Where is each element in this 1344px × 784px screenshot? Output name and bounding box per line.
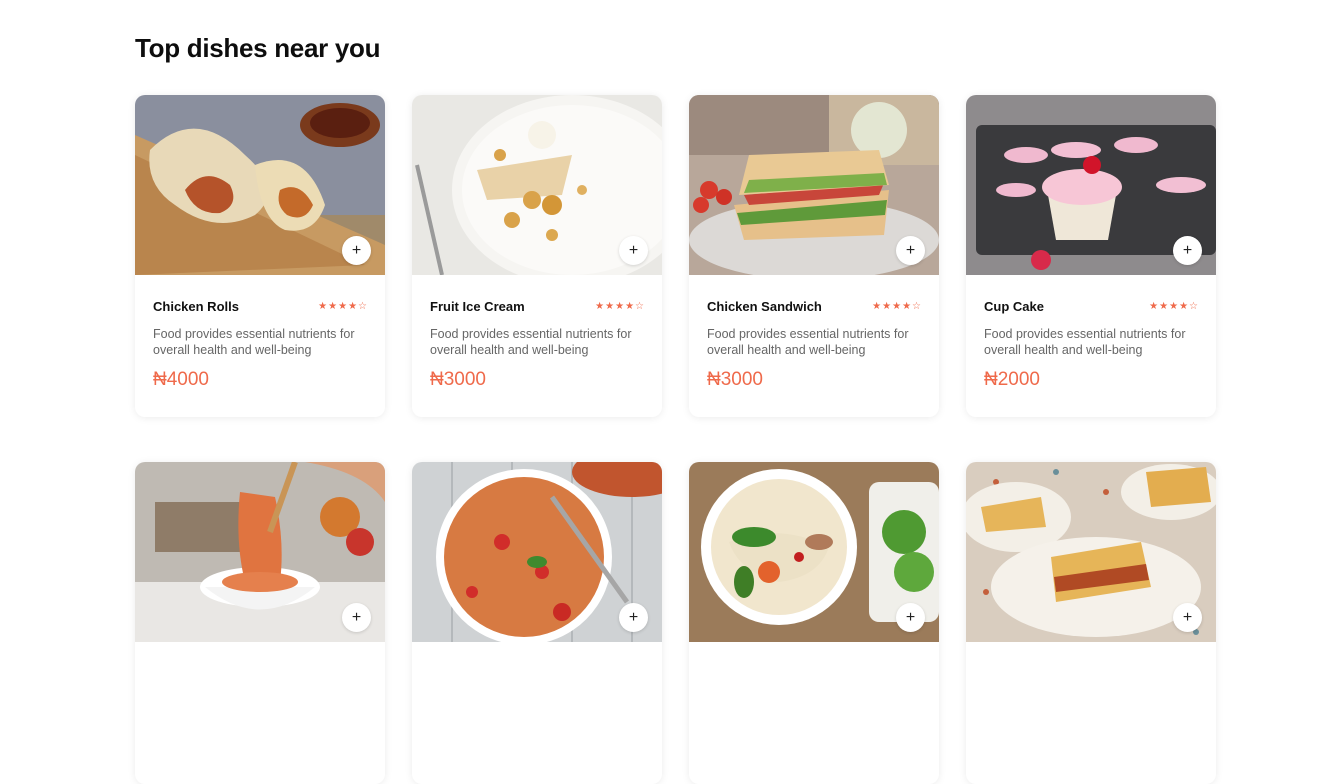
rating-stars: ★ ★ ★ ★ ☆: [595, 300, 644, 312]
plus-icon: +: [628, 608, 639, 626]
rating-stars: ★ ★ ★ ★ ☆: [1149, 300, 1198, 312]
star-empty-icon: ☆: [912, 300, 921, 312]
star-filled-icon: ★: [595, 300, 605, 312]
dish-name: Fruit Ice Cream: [430, 299, 525, 314]
star-filled-icon: ★: [1169, 300, 1179, 312]
plus-icon: +: [351, 608, 362, 626]
plus-icon: +: [905, 241, 916, 259]
plus-icon: +: [1182, 241, 1193, 259]
plus-icon: +: [351, 241, 362, 259]
dish-image-lasagna: +: [966, 462, 1216, 642]
dish-card[interactable]: +: [689, 462, 939, 784]
dish-name: Cup Cake: [984, 299, 1044, 314]
rating-stars: ★ ★ ★ ★ ☆: [318, 300, 367, 312]
dish-image-spaghetti: +: [135, 462, 385, 642]
star-empty-icon: ☆: [635, 300, 644, 312]
dish-price: ₦3000: [430, 369, 486, 390]
add-to-cart-button[interactable]: +: [619, 603, 648, 632]
star-filled-icon: ★: [605, 300, 615, 312]
star-filled-icon: ★: [338, 300, 348, 312]
star-filled-icon: ★: [1159, 300, 1169, 312]
star-empty-icon: ☆: [1189, 300, 1198, 312]
dish-card[interactable]: +: [135, 462, 385, 784]
add-to-cart-button[interactable]: +: [896, 236, 925, 265]
dish-price: ₦4000: [153, 369, 209, 390]
plus-icon: +: [628, 241, 639, 259]
dish-image-noodle-soup: +: [689, 462, 939, 642]
dish-description: Food provides essential nutrients for ov…: [430, 327, 632, 357]
plus-icon: +: [905, 608, 916, 626]
dish-image-chicken-sandwich: +: [689, 95, 939, 275]
section-title: Top dishes near you: [135, 33, 381, 63]
dish-card[interactable]: + Chicken Rolls ★ ★ ★ ★ ☆ Food provides esse…: [135, 95, 385, 417]
rating-stars: ★ ★ ★ ★ ☆: [872, 300, 921, 312]
dish-image-chicken-rolls: +: [135, 95, 385, 275]
star-filled-icon: ★: [625, 300, 635, 312]
dish-image-cup-cake: +: [966, 95, 1216, 275]
star-empty-icon: ☆: [358, 300, 367, 312]
add-to-cart-button[interactable]: +: [896, 603, 925, 632]
star-filled-icon: ★: [902, 300, 912, 312]
dishes-grid: + Chicken Rolls ★ ★ ★ ★ ☆ Food provides esse…: [135, 95, 1217, 784]
dish-name: Chicken Sandwich: [707, 299, 822, 314]
star-filled-icon: ★: [1149, 300, 1159, 312]
add-to-cart-button[interactable]: +: [342, 603, 371, 632]
dish-card[interactable]: +: [412, 462, 662, 784]
star-filled-icon: ★: [882, 300, 892, 312]
dish-card[interactable]: + Cup Cake ★ ★ ★ ★ ☆ Food provides essential…: [966, 95, 1216, 417]
star-filled-icon: ★: [615, 300, 625, 312]
dish-card[interactable]: + Fruit Ice Cream ★ ★ ★ ★ ☆ Food provides es…: [412, 95, 662, 417]
dish-price: ₦3000: [707, 369, 763, 390]
star-filled-icon: ★: [1179, 300, 1189, 312]
dish-card[interactable]: +: [966, 462, 1216, 784]
dish-card[interactable]: + Chicken Sandwich ★ ★ ★ ★ ☆ Food provides e…: [689, 95, 939, 417]
star-filled-icon: ★: [318, 300, 328, 312]
dish-description: Food provides essential nutrients for ov…: [707, 327, 909, 357]
add-to-cart-button[interactable]: +: [1173, 603, 1202, 632]
add-to-cart-button[interactable]: +: [1173, 236, 1202, 265]
star-filled-icon: ★: [328, 300, 338, 312]
dish-description: Food provides essential nutrients for ov…: [984, 327, 1186, 357]
dish-image-fruit-ice-cream: +: [412, 95, 662, 275]
dish-price: ₦2000: [984, 369, 1040, 390]
dish-image-fusilli-pasta: +: [412, 462, 662, 642]
add-to-cart-button[interactable]: +: [619, 236, 648, 265]
star-filled-icon: ★: [872, 300, 882, 312]
dish-name: Chicken Rolls: [153, 299, 239, 314]
star-filled-icon: ★: [348, 300, 358, 312]
add-to-cart-button[interactable]: +: [342, 236, 371, 265]
dish-description: Food provides essential nutrients for ov…: [153, 327, 355, 357]
star-filled-icon: ★: [892, 300, 902, 312]
plus-icon: +: [1182, 608, 1193, 626]
